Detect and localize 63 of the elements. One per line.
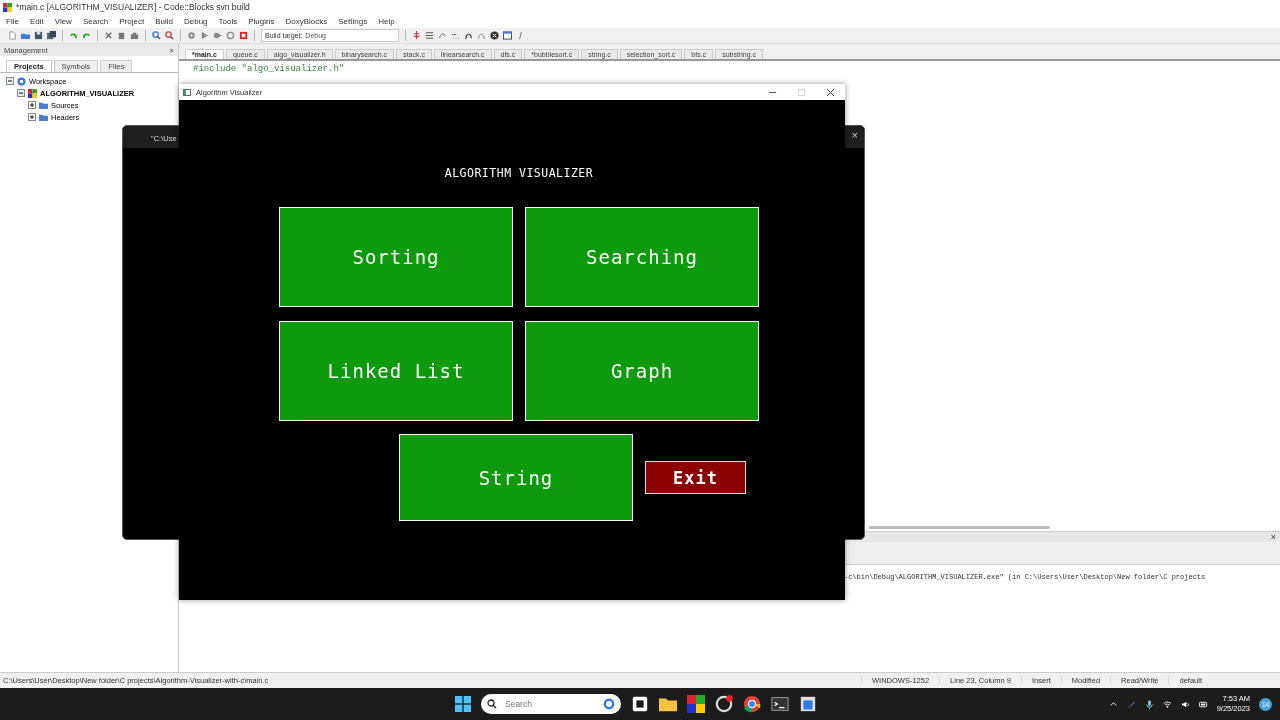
exit-button[interactable]: Exit [645,461,746,494]
italic-icon[interactable] [516,31,525,40]
cut-icon[interactable] [104,31,113,40]
close-button[interactable]: × [1270,532,1276,542]
chevron-up-icon[interactable] [1108,699,1118,709]
abort-icon[interactable] [490,31,499,40]
browser-icon[interactable] [743,695,761,713]
menu-item[interactable]: Help [378,16,395,26]
menu-item[interactable]: Edit [29,16,44,26]
close-button[interactable]: × [851,129,858,141]
search-field[interactable]: Search [503,698,597,710]
replace-icon[interactable] [165,31,174,40]
menu-button[interactable]: Sorting [279,207,513,307]
close-icon[interactable] [826,87,835,97]
microphone-icon[interactable] [1144,699,1154,709]
aperture-icon[interactable] [715,695,733,713]
project-icon [28,88,37,98]
open-folder-icon[interactable] [21,31,30,40]
menu-button[interactable]: Searching [525,207,759,307]
tiles-icon[interactable] [687,695,705,713]
menu-button[interactable]: Graph [525,321,759,421]
menu-item[interactable]: Project [119,16,145,26]
code-line: #include "algo_visualizer.h" [193,64,346,74]
wifi-icon[interactable] [1162,699,1172,709]
volume-icon[interactable] [1180,699,1190,709]
window-title: *main.c [ALGORITHM_VISUALIZER] - Code::Blocks svn build [16,2,250,12]
build-run-icon[interactable] [213,31,222,40]
menu-item[interactable]: Tools [218,16,238,26]
menu-item[interactable]: View [54,16,72,26]
stop-icon[interactable] [239,31,248,40]
menu-item[interactable]: Build [155,16,173,26]
expander-icon[interactable] [28,101,36,109]
save-all-icon[interactable] [47,31,56,40]
redo-icon[interactable] [82,31,91,40]
search-bar[interactable]: Search [481,694,621,714]
menu-button[interactable]: String [399,434,633,521]
feather-icon[interactable] [1126,699,1136,709]
play-icon[interactable] [200,31,209,40]
menu-item[interactable]: Plugins [248,16,275,26]
window-icon[interactable] [503,31,512,40]
undo-icon[interactable] [69,31,78,40]
dots-icon[interactable] [451,31,460,40]
menu-item[interactable]: Search [82,16,109,26]
app-icon [3,2,12,12]
search-icon [487,699,497,709]
battery-icon[interactable] [1198,699,1208,709]
scrollbar[interactable] [869,526,1050,529]
menu-item[interactable]: Settings [338,16,368,26]
menu-item[interactable]: Debug [183,16,208,26]
app-heading: ALGORITHM VISUALIZER [443,166,595,182]
expander-icon[interactable] [17,89,25,97]
menu-item[interactable]: File [6,16,19,26]
menu-button[interactable]: Linked List [279,321,513,421]
terminal-icon[interactable] [771,695,789,713]
menu-item[interactable]: DoxyBlocks [285,16,328,26]
start-icon[interactable] [455,696,471,712]
window-icon [183,88,191,96]
task-view-icon[interactable] [631,695,649,713]
window-icon[interactable] [799,695,817,713]
save-icon[interactable] [34,31,43,40]
expander-icon[interactable] [6,77,14,85]
search-icon[interactable] [152,31,161,40]
expander-icon[interactable] [28,113,36,121]
